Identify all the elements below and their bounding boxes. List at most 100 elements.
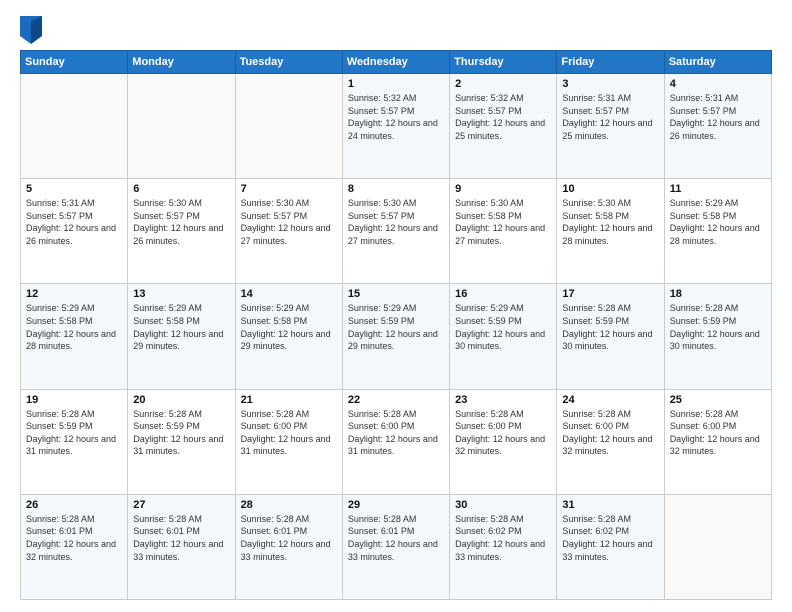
cell-content: Sunrise: 5:30 AMSunset: 5:58 PMDaylight:… <box>562 197 658 247</box>
day-number: 25 <box>670 394 766 406</box>
cell-content: Sunrise: 5:28 AMSunset: 6:00 PMDaylight:… <box>455 408 551 458</box>
day-number: 31 <box>562 499 658 511</box>
day-number: 29 <box>348 499 444 511</box>
day-number: 10 <box>562 183 658 195</box>
cell-content: Sunrise: 5:28 AMSunset: 6:01 PMDaylight:… <box>348 513 444 563</box>
day-number: 2 <box>455 78 551 90</box>
calendar-cell: 7 Sunrise: 5:30 AMSunset: 5:57 PMDaylight… <box>235 179 342 284</box>
calendar-cell: 5Sunrise: 5:31 AMSunset: 5:57 PMDaylight… <box>21 179 128 284</box>
calendar-cell: 29 Sunrise: 5:28 AMSunset: 6:01 PMDayligh… <box>342 494 449 599</box>
calendar-cell: 24Sunrise: 5:28 AMSunset: 6:00 PMDayligh… <box>557 389 664 494</box>
day-number: 17 <box>562 288 658 300</box>
cell-content: Sunrise: 5:29 AMSunset: 5:59 PMDaylight:… <box>455 302 551 352</box>
cell-content: Sunrise: 5:30 AMSunset: 5:57 PMDaylight:… <box>133 197 229 247</box>
calendar-cell: 26 Sunrise: 5:28 AMSunset: 6:01 PMDayligh… <box>21 494 128 599</box>
calendar-cell: 27 Sunrise: 5:28 AMSunset: 6:01 PMDayligh… <box>128 494 235 599</box>
cell-content: Sunrise: 5:31 AMSunset: 5:57 PMDaylight:… <box>670 92 766 142</box>
calendar-cell <box>235 74 342 179</box>
logo <box>20 16 44 44</box>
calendar-cell: 2 Sunrise: 5:32 AMSunset: 5:57 PMDaylight… <box>450 74 557 179</box>
calendar-header-friday: Friday <box>557 51 664 74</box>
calendar-cell: 22 Sunrise: 5:28 AMSunset: 6:00 PMDayligh… <box>342 389 449 494</box>
calendar-cell <box>664 494 771 599</box>
day-number: 4 <box>670 78 766 90</box>
cell-content: Sunrise: 5:29 AMSunset: 5:58 PMDaylight:… <box>133 302 229 352</box>
calendar-header-row: SundayMondayTuesdayWednesdayThursdayFrid… <box>21 51 772 74</box>
day-number: 27 <box>133 499 229 511</box>
cell-content: Sunrise: 5:28 AMSunset: 6:00 PMDaylight:… <box>670 408 766 458</box>
calendar-cell: 17 Sunrise: 5:28 AMSunset: 5:59 PMDayligh… <box>557 284 664 389</box>
calendar-cell: 14 Sunrise: 5:29 AMSunset: 5:58 PMDayligh… <box>235 284 342 389</box>
calendar-header-sunday: Sunday <box>21 51 128 74</box>
day-number: 30 <box>455 499 551 511</box>
day-number: 18 <box>670 288 766 300</box>
calendar-cell: 23 Sunrise: 5:28 AMSunset: 6:00 PMDayligh… <box>450 389 557 494</box>
calendar-cell: 8Sunrise: 5:30 AMSunset: 5:57 PMDaylight… <box>342 179 449 284</box>
cell-content: Sunrise: 5:28 AMSunset: 6:02 PMDaylight:… <box>455 513 551 563</box>
day-number: 23 <box>455 394 551 406</box>
cell-content: Sunrise: 5:32 AMSunset: 5:57 PMDaylight:… <box>348 92 444 142</box>
cell-content: Sunrise: 5:28 AMSunset: 6:02 PMDaylight:… <box>562 513 658 563</box>
calendar-cell <box>21 74 128 179</box>
calendar-week-row: 12Sunrise: 5:29 AMSunset: 5:58 PMDayligh… <box>21 284 772 389</box>
calendar-cell: 12Sunrise: 5:29 AMSunset: 5:58 PMDayligh… <box>21 284 128 389</box>
calendar-cell: 19 Sunrise: 5:28 AMSunset: 5:59 PMDayligh… <box>21 389 128 494</box>
page: SundayMondayTuesdayWednesdayThursdayFrid… <box>0 0 792 612</box>
day-number: 20 <box>133 394 229 406</box>
cell-content: Sunrise: 5:28 AMSunset: 6:01 PMDaylight:… <box>241 513 337 563</box>
calendar-cell: 4 Sunrise: 5:31 AMSunset: 5:57 PMDaylight… <box>664 74 771 179</box>
cell-content: Sunrise: 5:28 AMSunset: 5:59 PMDaylight:… <box>562 302 658 352</box>
calendar-table: SundayMondayTuesdayWednesdayThursdayFrid… <box>20 50 772 600</box>
calendar-cell: 21 Sunrise: 5:28 AMSunset: 6:00 PMDayligh… <box>235 389 342 494</box>
cell-content: Sunrise: 5:32 AMSunset: 5:57 PMDaylight:… <box>455 92 551 142</box>
calendar-week-row: 26 Sunrise: 5:28 AMSunset: 6:01 PMDayligh… <box>21 494 772 599</box>
logo-icon <box>20 16 42 44</box>
calendar-cell: 25 Sunrise: 5:28 AMSunset: 6:00 PMDayligh… <box>664 389 771 494</box>
day-number: 8 <box>348 183 444 195</box>
day-number: 21 <box>241 394 337 406</box>
cell-content: Sunrise: 5:28 AMSunset: 6:00 PMDaylight:… <box>348 408 444 458</box>
day-number: 3 <box>562 78 658 90</box>
calendar-cell: 3 Sunrise: 5:31 AMSunset: 5:57 PMDaylight… <box>557 74 664 179</box>
calendar-cell <box>128 74 235 179</box>
calendar-cell: 20 Sunrise: 5:28 AMSunset: 5:59 PMDayligh… <box>128 389 235 494</box>
cell-content: Sunrise: 5:30 AMSunset: 5:58 PMDaylight:… <box>455 197 551 247</box>
cell-content: Sunrise: 5:29 AMSunset: 5:58 PMDaylight:… <box>670 197 766 247</box>
cell-content: Sunrise: 5:31 AMSunset: 5:57 PMDaylight:… <box>26 197 122 247</box>
day-number: 22 <box>348 394 444 406</box>
cell-content: Sunrise: 5:30 AMSunset: 5:57 PMDaylight:… <box>241 197 337 247</box>
header <box>20 16 772 44</box>
day-number: 26 <box>26 499 122 511</box>
calendar-cell: 13Sunrise: 5:29 AMSunset: 5:58 PMDayligh… <box>128 284 235 389</box>
day-number: 7 <box>241 183 337 195</box>
calendar-cell: 11Sunrise: 5:29 AMSunset: 5:58 PMDayligh… <box>664 179 771 284</box>
calendar-cell: 10 Sunrise: 5:30 AMSunset: 5:58 PMDayligh… <box>557 179 664 284</box>
cell-content: Sunrise: 5:28 AMSunset: 6:00 PMDaylight:… <box>241 408 337 458</box>
calendar-header-monday: Monday <box>128 51 235 74</box>
cell-content: Sunrise: 5:29 AMSunset: 5:59 PMDaylight:… <box>348 302 444 352</box>
cell-content: Sunrise: 5:28 AMSunset: 5:59 PMDaylight:… <box>670 302 766 352</box>
cell-content: Sunrise: 5:29 AMSunset: 5:58 PMDaylight:… <box>241 302 337 352</box>
cell-content: Sunrise: 5:28 AMSunset: 5:59 PMDaylight:… <box>133 408 229 458</box>
day-number: 6 <box>133 183 229 195</box>
calendar-header-saturday: Saturday <box>664 51 771 74</box>
day-number: 14 <box>241 288 337 300</box>
calendar-week-row: 5Sunrise: 5:31 AMSunset: 5:57 PMDaylight… <box>21 179 772 284</box>
day-number: 19 <box>26 394 122 406</box>
calendar-cell: 30 Sunrise: 5:28 AMSunset: 6:02 PMDayligh… <box>450 494 557 599</box>
calendar-cell: 6 Sunrise: 5:30 AMSunset: 5:57 PMDaylight… <box>128 179 235 284</box>
cell-content: Sunrise: 5:31 AMSunset: 5:57 PMDaylight:… <box>562 92 658 142</box>
day-number: 16 <box>455 288 551 300</box>
day-number: 1 <box>348 78 444 90</box>
calendar-week-row: 19 Sunrise: 5:28 AMSunset: 5:59 PMDayligh… <box>21 389 772 494</box>
calendar-cell: 16 Sunrise: 5:29 AMSunset: 5:59 PMDayligh… <box>450 284 557 389</box>
calendar-cell: 31 Sunrise: 5:28 AMSunset: 6:02 PMDayligh… <box>557 494 664 599</box>
calendar-cell: 28 Sunrise: 5:28 AMSunset: 6:01 PMDayligh… <box>235 494 342 599</box>
calendar-cell: 18 Sunrise: 5:28 AMSunset: 5:59 PMDayligh… <box>664 284 771 389</box>
calendar-cell: 15Sunrise: 5:29 AMSunset: 5:59 PMDayligh… <box>342 284 449 389</box>
day-number: 24 <box>562 394 658 406</box>
cell-content: Sunrise: 5:28 AMSunset: 6:01 PMDaylight:… <box>133 513 229 563</box>
cell-content: Sunrise: 5:28 AMSunset: 5:59 PMDaylight:… <box>26 408 122 458</box>
cell-content: Sunrise: 5:28 AMSunset: 6:01 PMDaylight:… <box>26 513 122 563</box>
day-number: 28 <box>241 499 337 511</box>
